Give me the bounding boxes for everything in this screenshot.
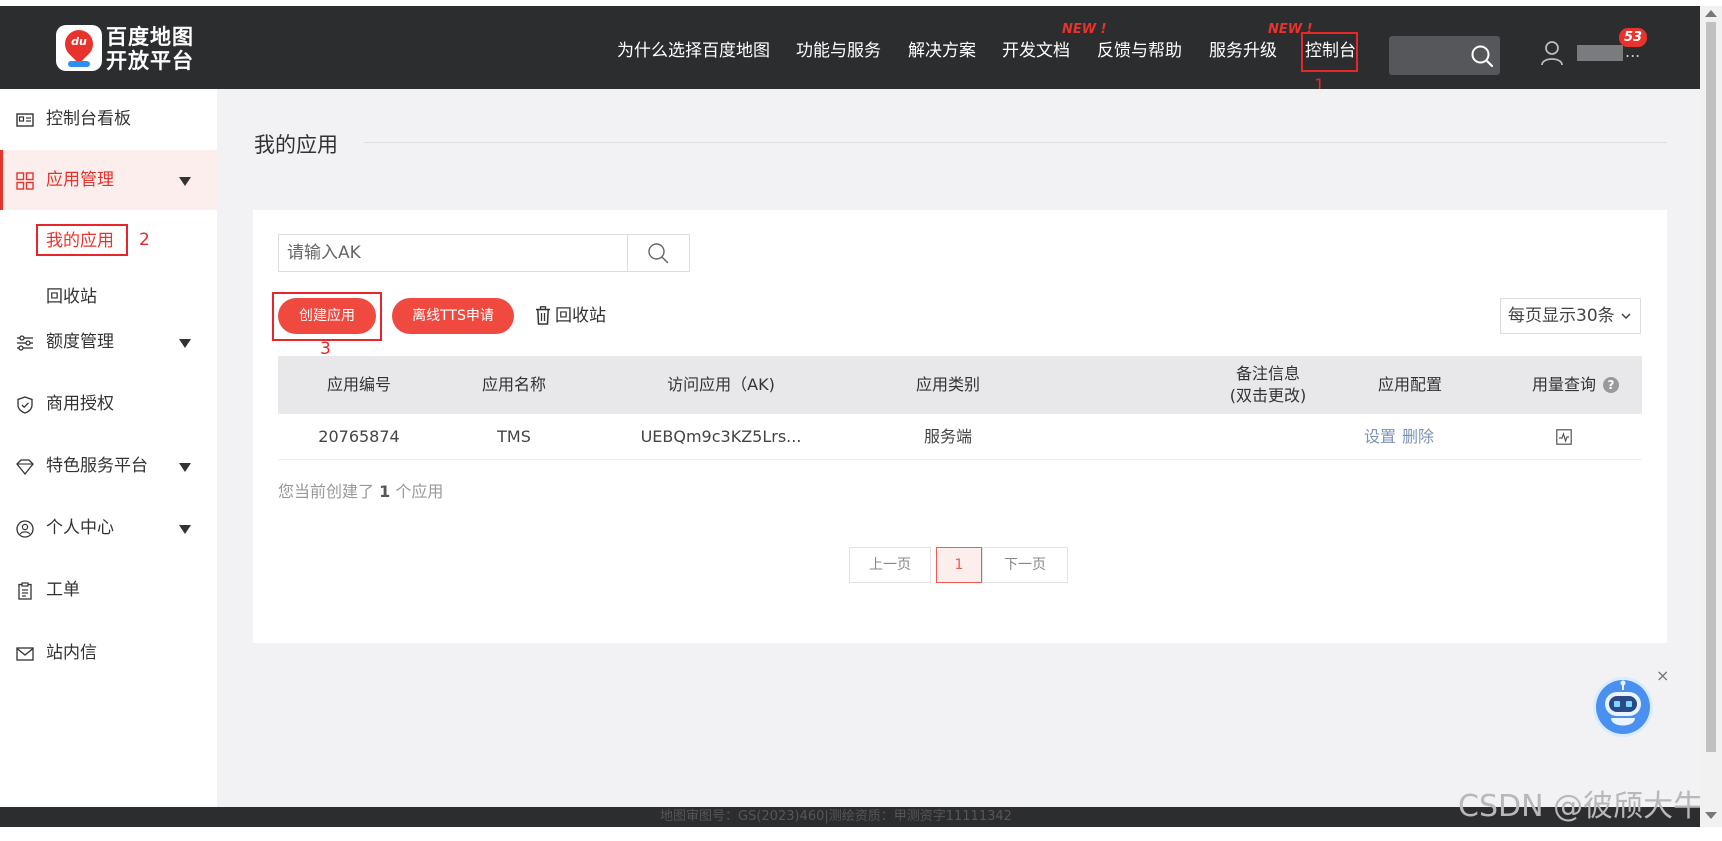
sidebar-label-quota: 额度管理 — [46, 332, 114, 352]
annotation-box-2 — [36, 224, 128, 256]
th-note-line2: (双击更改) — [1229, 386, 1307, 405]
td-app-type: 服务端 — [923, 427, 972, 446]
sidebar-label-special: 特色服务平台 — [46, 456, 148, 476]
chart-icon[interactable] — [1556, 429, 1572, 445]
pagination-next[interactable]: 下一页 — [982, 547, 1068, 583]
td-app-ak[interactable]: UEBQm9c3KZ5Lrs... — [626, 427, 816, 447]
sidebar-label-app-manage: 应用管理 — [46, 170, 114, 190]
table-header: 应用编号 应用名称 访问应用（AK) 应用类别 备注信息 (双击更改) 应用配置… — [278, 356, 1642, 414]
offline-tts-button[interactable]: 离线TTS申请 — [392, 298, 514, 334]
th-usage: 用量查询 — [1531, 375, 1596, 394]
table-row: 20765874 TMS UEBQm9c3KZ5Lrs... 服务端 设置 删除 — [278, 414, 1642, 460]
chevron-down-icon — [179, 339, 191, 348]
main-content: 我的应用 创建应用 3 离线TTS申请 — [217, 89, 1700, 807]
sidebar-label-inbox: 站内信 — [46, 643, 97, 663]
baidu-map-logo[interactable]: du 百度地图 开放平台 — [56, 24, 196, 73]
mail-icon — [16, 647, 34, 661]
page: du 百度地图 开放平台 为什么选择百度地图 功能与服务 解决方案 开发文档 N… — [0, 0, 1722, 841]
config-settings-link[interactable]: 设置 — [1362, 427, 1398, 447]
config-delete-link[interactable]: 删除 — [1398, 427, 1438, 447]
sidebar-item-personal[interactable]: 个人中心 — [0, 498, 217, 558]
sliders-icon — [17, 335, 33, 351]
sidebar-item-ticket[interactable]: 工单 — [0, 560, 217, 620]
logo-text-line2: 开放平台 — [106, 49, 194, 73]
diamond-icon — [16, 459, 34, 476]
pagination-page-1[interactable]: 1 — [936, 547, 982, 583]
ak-search-input[interactable] — [279, 235, 627, 271]
nav-feedback[interactable]: 反馈与帮助 — [1097, 39, 1182, 63]
sidebar-item-quota[interactable]: 额度管理 — [0, 312, 217, 372]
th-app-id: 应用编号 — [326, 375, 391, 394]
footer-text: 地图审图号：GS(2023)460|测绘资质：甲测资字11111342 — [660, 809, 1012, 824]
sidebar-item-special[interactable]: 特色服务平台 — [0, 436, 217, 496]
sidebar-item-recycle[interactable]: 回收站 — [46, 285, 97, 309]
footer-bar: 地图审图号：GS(2023)460|测绘资质：甲测资字11111342 — [0, 807, 1700, 827]
nav-why-baidu[interactable]: 为什么选择百度地图 — [617, 39, 770, 63]
nav-upgrade[interactable]: 服务升级 — [1209, 39, 1277, 63]
annotation-box-3 — [272, 292, 382, 341]
apps-card: 创建应用 3 离线TTS申请 回收站 每页显示30条 应用编号 应用名称 访问应… — [253, 210, 1667, 643]
help-icon[interactable]: ? — [1603, 377, 1619, 393]
sidebar-item-license[interactable]: 商用授权 — [0, 374, 217, 434]
chevron-down-icon — [1621, 313, 1631, 319]
nav-features[interactable]: 功能与服务 — [796, 39, 881, 63]
grid-icon — [16, 172, 34, 190]
th-note-line1: 备注信息 — [1235, 364, 1300, 383]
chevron-down-icon — [179, 525, 191, 534]
top-nav-bar: du 百度地图 开放平台 为什么选择百度地图 功能与服务 解决方案 开发文档 N… — [0, 6, 1700, 89]
td-app-name: TMS — [497, 427, 531, 446]
id-card-icon — [16, 113, 34, 127]
summary-suffix: 个应用 — [390, 482, 444, 501]
ak-search-group — [278, 234, 690, 272]
logo-base — [68, 61, 90, 67]
title-divider — [364, 142, 1667, 143]
page-title: 我的应用 — [254, 133, 338, 157]
summary-prefix: 您当前创建了 — [278, 482, 380, 501]
recycle-bin-link[interactable]: 回收站 — [555, 304, 606, 328]
chevron-down-icon — [179, 463, 191, 472]
app-count-summary: 您当前创建了 1 个应用 — [278, 482, 443, 502]
sidebar-item-dashboard[interactable]: 控制台看板 — [0, 89, 217, 149]
clipboard-icon — [18, 582, 32, 600]
sidebar-label-personal: 个人中心 — [46, 518, 114, 538]
ak-search-button[interactable] — [627, 235, 689, 271]
close-icon[interactable]: × — [1656, 668, 1669, 684]
logo-text-line1: 百度地图 — [106, 25, 194, 49]
user-circle-icon — [16, 520, 34, 538]
sidebar-label-license: 商用授权 — [46, 394, 114, 414]
shield-icon — [17, 396, 33, 414]
chevron-down-icon — [179, 177, 191, 186]
page-size-select[interactable]: 每页显示30条 — [1500, 298, 1641, 334]
logo-badge: du — [56, 24, 102, 71]
scroll-down-icon[interactable] — [1705, 812, 1717, 819]
td-app-id: 20765874 — [318, 427, 400, 446]
new-tag: NEW ! — [1062, 22, 1107, 37]
robot-assistant-icon[interactable] — [1592, 676, 1654, 738]
th-app-name: 应用名称 — [481, 375, 546, 394]
logo-pin-text: du — [71, 35, 87, 48]
user-icon[interactable] — [1540, 40, 1564, 66]
annotation-number-2: 2 — [139, 230, 150, 250]
sidebar-label-dashboard: 控制台看板 — [46, 109, 131, 129]
sidebar: 控制台看板 应用管理 我的应用 2 回收站 额度管理 商用授权 特色服务平台 个… — [0, 89, 217, 807]
nav-solutions[interactable]: 解决方案 — [908, 39, 976, 63]
user-name-masked — [1577, 44, 1623, 61]
annotation-box-1 — [1301, 32, 1358, 72]
search-icon — [648, 243, 669, 264]
nav-dev-docs[interactable]: 开发文档 — [1002, 39, 1070, 63]
sidebar-label-ticket: 工单 — [46, 580, 80, 600]
summary-count: 1 — [379, 482, 391, 501]
th-app-config: 应用配置 — [1377, 375, 1442, 394]
search-icon[interactable] — [1470, 44, 1494, 68]
watermark: CSDN @彼颀大牛 — [1458, 789, 1704, 824]
sidebar-item-inbox[interactable]: 站内信 — [0, 623, 217, 683]
th-app-type: 应用类别 — [915, 375, 980, 394]
message-count-badge[interactable]: 53 — [1619, 28, 1647, 47]
sidebar-item-app-manage[interactable]: 应用管理 — [0, 150, 217, 210]
trash-icon[interactable] — [535, 306, 551, 325]
scroll-up-icon[interactable] — [1705, 10, 1717, 17]
scrollbar-thumb[interactable] — [1706, 22, 1716, 752]
pagination-prev[interactable]: 上一页 — [849, 547, 931, 583]
th-app-ak: 访问应用（AK) — [667, 375, 775, 394]
